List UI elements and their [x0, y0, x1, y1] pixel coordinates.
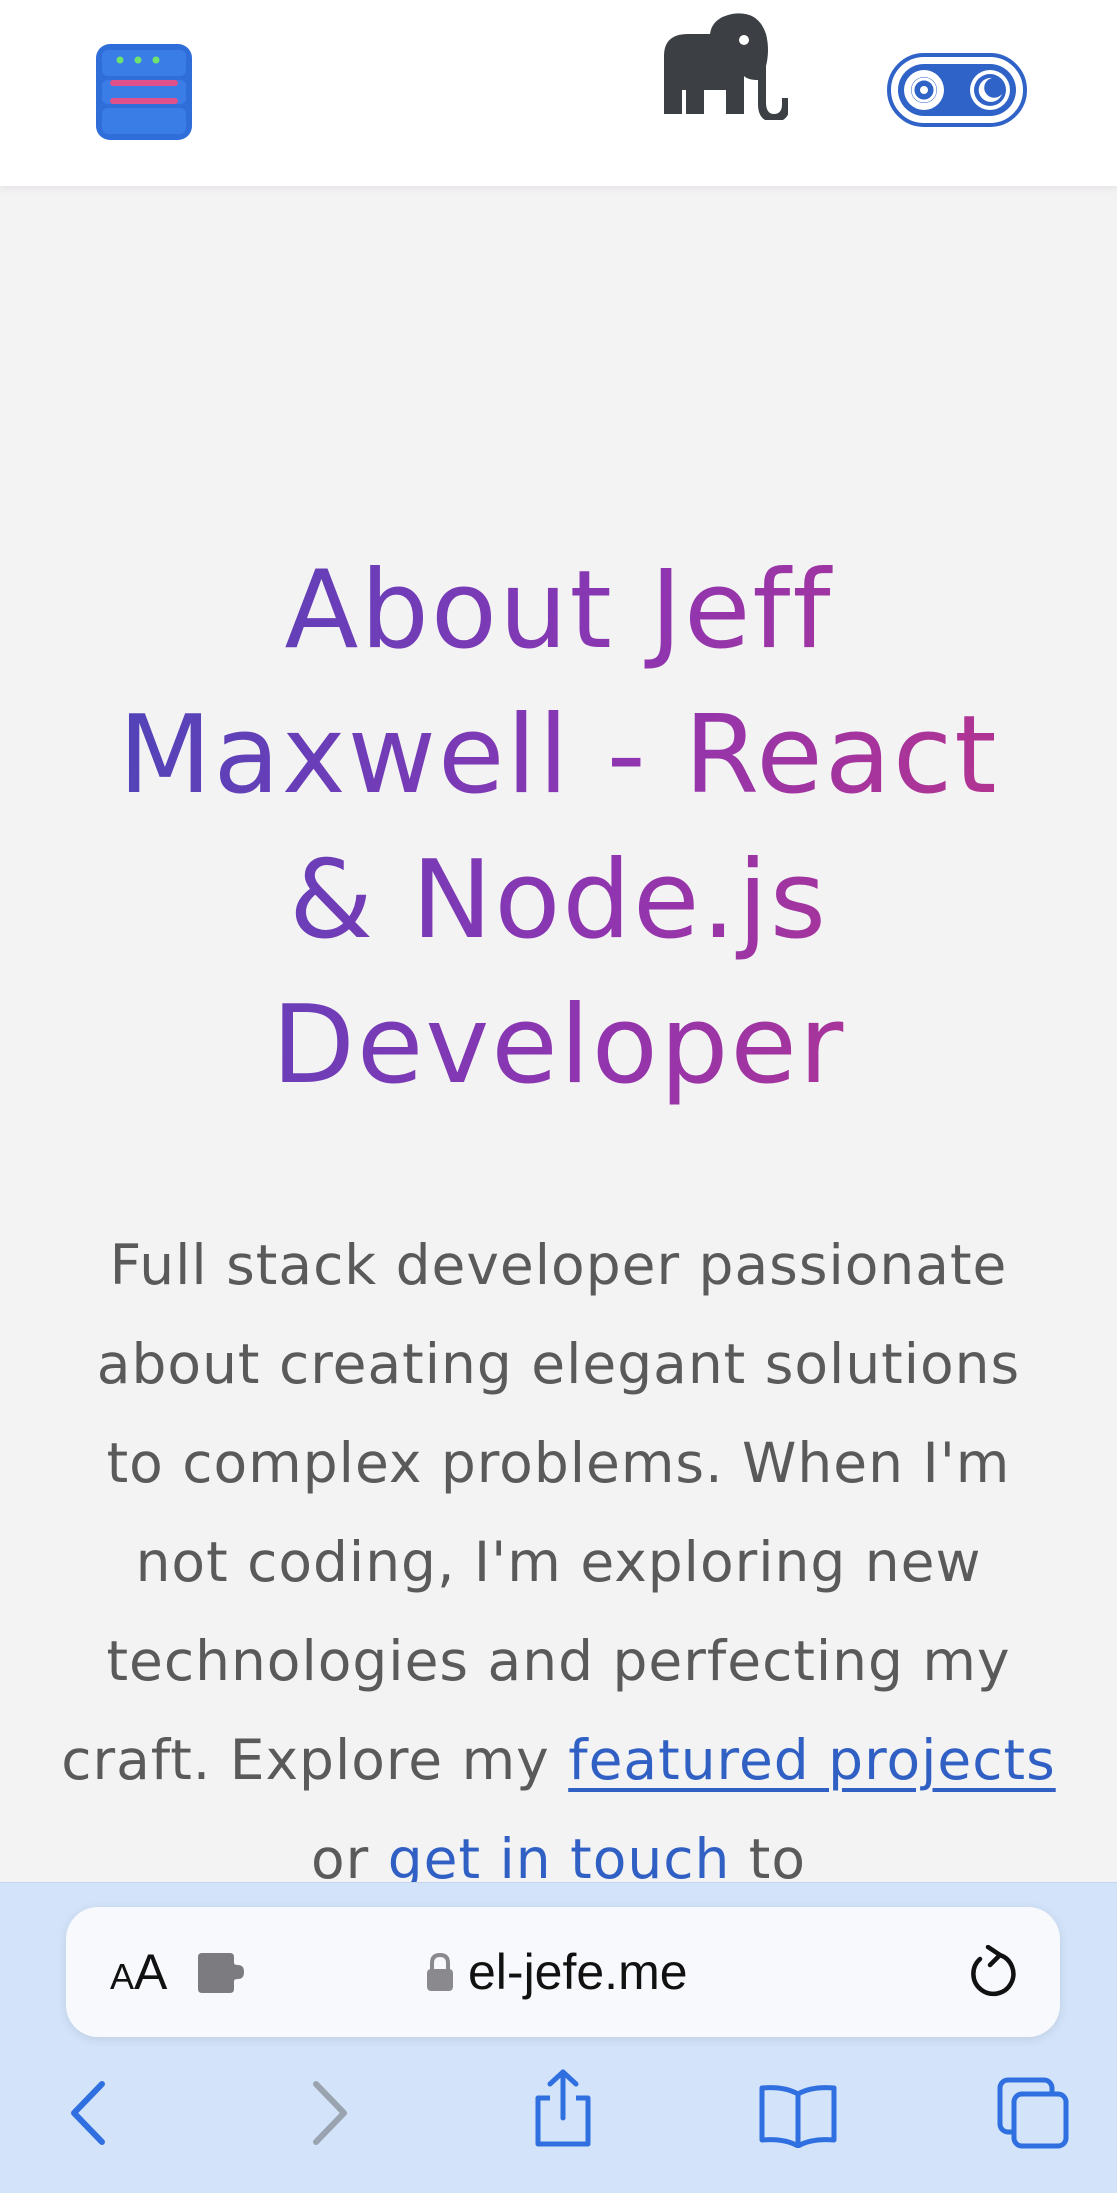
chevron-left-icon[interactable] [62, 2078, 114, 2148]
sun-gear-icon [904, 70, 944, 110]
hero-description: Full stack developer passionate about cr… [60, 1216, 1057, 1909]
page-title: About Jeff Maxwell - React & Node.js Dev… [60, 538, 1057, 1118]
description-intro: Full stack developer passionate about cr… [61, 1233, 1021, 1792]
lock-icon [427, 1952, 453, 1991]
book-icon[interactable] [758, 2082, 838, 2148]
top-nav [0, 0, 1117, 186]
moon-icon [970, 70, 1010, 110]
tabs-icon[interactable] [996, 2076, 1070, 2150]
reload-icon[interactable] [966, 1945, 1020, 2001]
address-bar[interactable]: AA el-jefe.me [66, 1907, 1060, 2037]
url-field[interactable]: el-jefe.me [426, 1939, 688, 2005]
featured-projects-link[interactable]: featured projects [568, 1728, 1056, 1792]
theme-toggle[interactable] [886, 52, 1028, 128]
puzzle-piece-icon[interactable] [194, 1947, 248, 1997]
text-size-small-label: A [110, 1956, 135, 1997]
url-text: el-jefe.me [468, 1944, 688, 2000]
page: About Jeff Maxwell - React & Node.js Dev… [0, 0, 1117, 2193]
server-stack-icon[interactable] [94, 42, 194, 142]
elephant-icon [664, 13, 788, 120]
share-icon[interactable] [528, 2068, 598, 2148]
text-size-big-label: A [134, 1944, 168, 2000]
chevron-right-icon[interactable] [304, 2078, 356, 2148]
text-size-button[interactable]: AA [110, 1943, 167, 2001]
